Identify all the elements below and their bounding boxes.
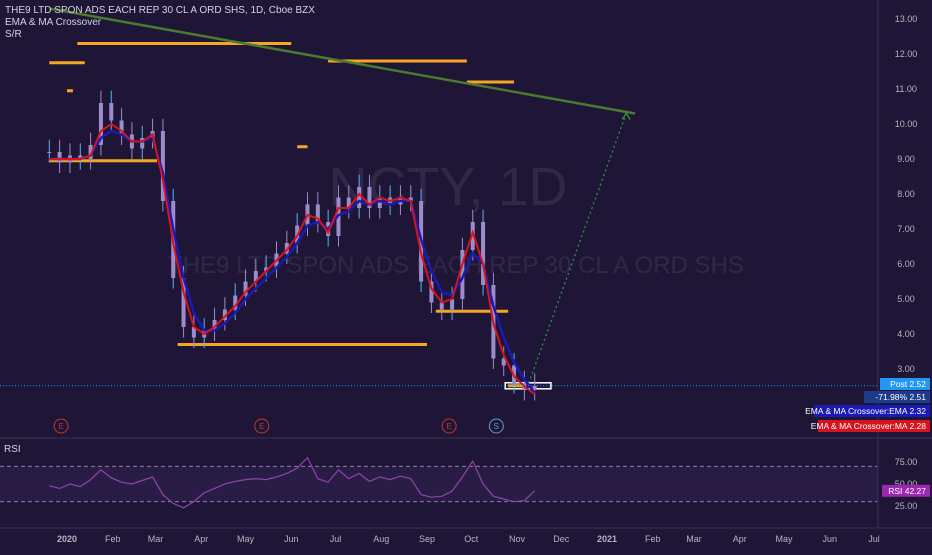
chart-legend: THE9 LTD SPON ADS EACH REP 30 CL A ORD S…	[5, 5, 315, 41]
time-tick-label: Feb	[105, 534, 121, 544]
indicator-ema-ma-label[interactable]: EMA & MA Crossover	[5, 17, 315, 29]
price-tick-label: 8.00	[897, 189, 915, 199]
price-tick-label: 4.00	[897, 329, 915, 339]
rsi-title: RSI	[4, 444, 21, 455]
price-tick-label: 12.00	[895, 49, 918, 59]
indicator-sr-label[interactable]: S/R	[5, 29, 315, 41]
time-tick-label: Jul	[330, 534, 342, 544]
time-tick-label: Jun	[284, 534, 299, 544]
time-tick-label: Oct	[464, 534, 479, 544]
event-marker-label: S	[494, 422, 499, 431]
time-tick-label: Sep	[419, 534, 435, 544]
price-tick-label: 7.00	[897, 224, 915, 234]
rsi-value-badge: RSI 42.27	[882, 484, 930, 497]
time-tick-label: Aug	[373, 534, 389, 544]
candle-body	[450, 299, 455, 310]
time-tick-label: Jun	[823, 534, 838, 544]
rsi-tick-label: 25.00	[895, 501, 918, 511]
post-price-badge-text: Post 2.52	[890, 379, 926, 389]
time-tick-label: Mar	[686, 534, 702, 544]
chart-stage: NCTY, 1D THE9 LTD SPON ADS EACH REP 30 C…	[0, 0, 932, 550]
change-badge-text: -71.98% 2.51	[875, 392, 926, 402]
time-tick-label: May	[237, 534, 255, 544]
ema-value-badge: EMA & MA Crossover:EMA 2.32	[805, 405, 930, 417]
time-tick-label: Apr	[733, 534, 747, 544]
candle-body	[57, 152, 62, 163]
post-price-badge: Post 2.52	[880, 378, 930, 390]
price-tick-label: 13.00	[895, 14, 918, 24]
price-tick-label: 6.00	[897, 259, 915, 269]
event-marker-label: E	[446, 422, 451, 431]
event-marker-label: E	[259, 422, 264, 431]
price-tick-label: 10.00	[895, 119, 918, 129]
time-tick-label: Feb	[645, 534, 661, 544]
ma-value-badge: EMA & MA Crossover:MA 2.28	[811, 420, 930, 432]
price-tick-label: 9.00	[897, 154, 915, 164]
time-tick-label: 2021	[597, 534, 617, 544]
time-tick-label: Apr	[194, 534, 208, 544]
event-marker-label: E	[58, 422, 63, 431]
symbol-title[interactable]: THE9 LTD SPON ADS EACH REP 30 CL A ORD S…	[5, 5, 315, 17]
ema-value-badge-text: EMA & MA Crossover:EMA 2.32	[805, 406, 926, 416]
price-chart: NCTY, 1D THE9 LTD SPON ADS EACH REP 30 C…	[0, 0, 932, 550]
time-tick-label: 2020	[57, 534, 77, 544]
rsi-value-badge-text: RSI 42.27	[888, 486, 926, 496]
time-tick-label: Dec	[553, 534, 570, 544]
candle-body	[47, 152, 52, 153]
candle-body	[109, 103, 114, 121]
watermark-ticker: NCTY, 1D	[328, 157, 567, 217]
price-tick-label: 5.00	[897, 294, 915, 304]
time-tick-label: Nov	[509, 534, 526, 544]
time-tick-label: May	[776, 534, 794, 544]
time-tick-label: Jul	[868, 534, 880, 544]
rsi-tick-label: 75.00	[895, 457, 918, 467]
price-tick-label: 11.00	[895, 84, 917, 94]
ma-value-badge-text: EMA & MA Crossover:MA 2.28	[811, 421, 927, 431]
change-badge: -71.98% 2.51	[864, 391, 930, 403]
time-tick-label: Mar	[148, 534, 164, 544]
price-tick-label: 3.00	[897, 364, 915, 374]
